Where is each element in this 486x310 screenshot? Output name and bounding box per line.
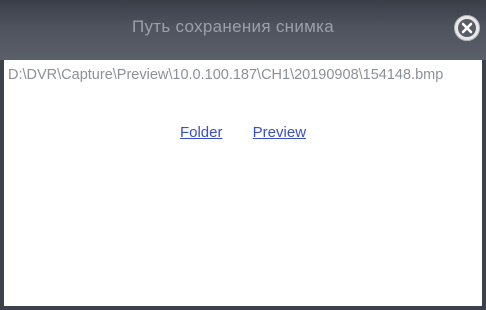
preview-link[interactable]: Preview <box>253 124 306 141</box>
dialog-title: Путь сохранения снимка <box>131 17 335 36</box>
close-button[interactable] <box>454 15 480 41</box>
close-icon <box>458 19 476 37</box>
save-path-dialog: Путь сохранения снимка D:\DVR\Capture\Pr… <box>0 0 486 310</box>
dialog-links: Folder Preview <box>4 124 482 141</box>
dialog-titlebar[interactable]: Путь сохранения снимка <box>0 0 486 60</box>
folder-link[interactable]: Folder <box>180 124 223 141</box>
save-path-text: D:\DVR\Capture\Preview\10.0.100.187\CH1\… <box>8 67 444 83</box>
